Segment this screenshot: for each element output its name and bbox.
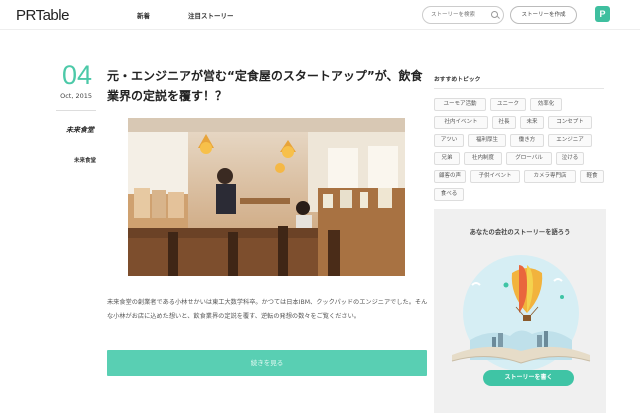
article-title[interactable]: 元・エンジニアが営む“定食屋のスタートアップ”が、飲食業界の定説を覆す！？ (107, 66, 430, 106)
tag-item[interactable]: 効率化 (530, 98, 562, 111)
tag-item[interactable]: 顧客の声 (434, 170, 466, 183)
tag-item[interactable]: カメラ専門店 (524, 170, 576, 183)
read-more-button[interactable]: 続きを見る (107, 350, 427, 376)
tag-item[interactable]: 食べる (434, 188, 464, 201)
nav-featured-stories[interactable]: 注目ストーリー (188, 10, 234, 20)
divider (434, 88, 604, 89)
tag-item[interactable]: 社内イベント (434, 116, 488, 129)
write-story-button[interactable]: ストーリーを書く (483, 370, 574, 386)
company-name[interactable]: 未来食堂 (56, 156, 96, 164)
recommended-topics-title: おすすめトピック (434, 77, 481, 83)
tag-item[interactable]: 兄弟 (434, 152, 460, 165)
article-photo[interactable] (128, 118, 405, 276)
tag-item[interactable]: 軽食 (580, 170, 604, 183)
tag-item[interactable]: 社長 (492, 116, 516, 129)
tag-item[interactable]: 子供イベント (470, 170, 520, 183)
post-date-month: Oct, 2015 (60, 92, 92, 100)
divider (56, 110, 96, 111)
post-date-day: 04 (61, 60, 92, 90)
tag-item[interactable]: 未来 (520, 116, 544, 129)
tag-item[interactable]: ユニーク (490, 98, 526, 111)
promo-illustration (442, 245, 600, 375)
promo-panel: あなたの会社のストーリーを語ろう ストーリーを書く (434, 209, 606, 413)
tag-item[interactable]: 福利厚生 (468, 134, 506, 147)
tag-item[interactable]: エンジニア (548, 134, 592, 147)
nav-new[interactable]: 新着 (137, 10, 150, 20)
tag-item[interactable]: 社内制度 (464, 152, 502, 165)
promo-title: あなたの会社のストーリーを語ろう (469, 229, 571, 236)
article-excerpt: 未来食堂の創業者である小林せかいは東工大数学科卒。かつては日本IBM、クックパッ… (107, 299, 428, 320)
tag-item[interactable]: 泣ける (556, 152, 584, 165)
create-story-button[interactable]: ストーリーを作成 (510, 6, 577, 24)
tag-item[interactable]: 働き方 (510, 134, 544, 147)
company-logo[interactable]: 未来食堂 (66, 126, 94, 133)
site-header: PRTable 新着 注目ストーリー ストーリーを作成 P (0, 0, 640, 30)
tag-item[interactable]: グローバル (506, 152, 552, 165)
search-icon[interactable] (491, 11, 498, 18)
tag-item[interactable]: アツい (434, 134, 464, 147)
tag-item[interactable]: コンセプト (548, 116, 592, 129)
avatar[interactable]: P (595, 6, 610, 22)
tag-item[interactable]: ユーモア活動 (434, 98, 486, 111)
site-logo[interactable]: PRTable (16, 7, 69, 24)
